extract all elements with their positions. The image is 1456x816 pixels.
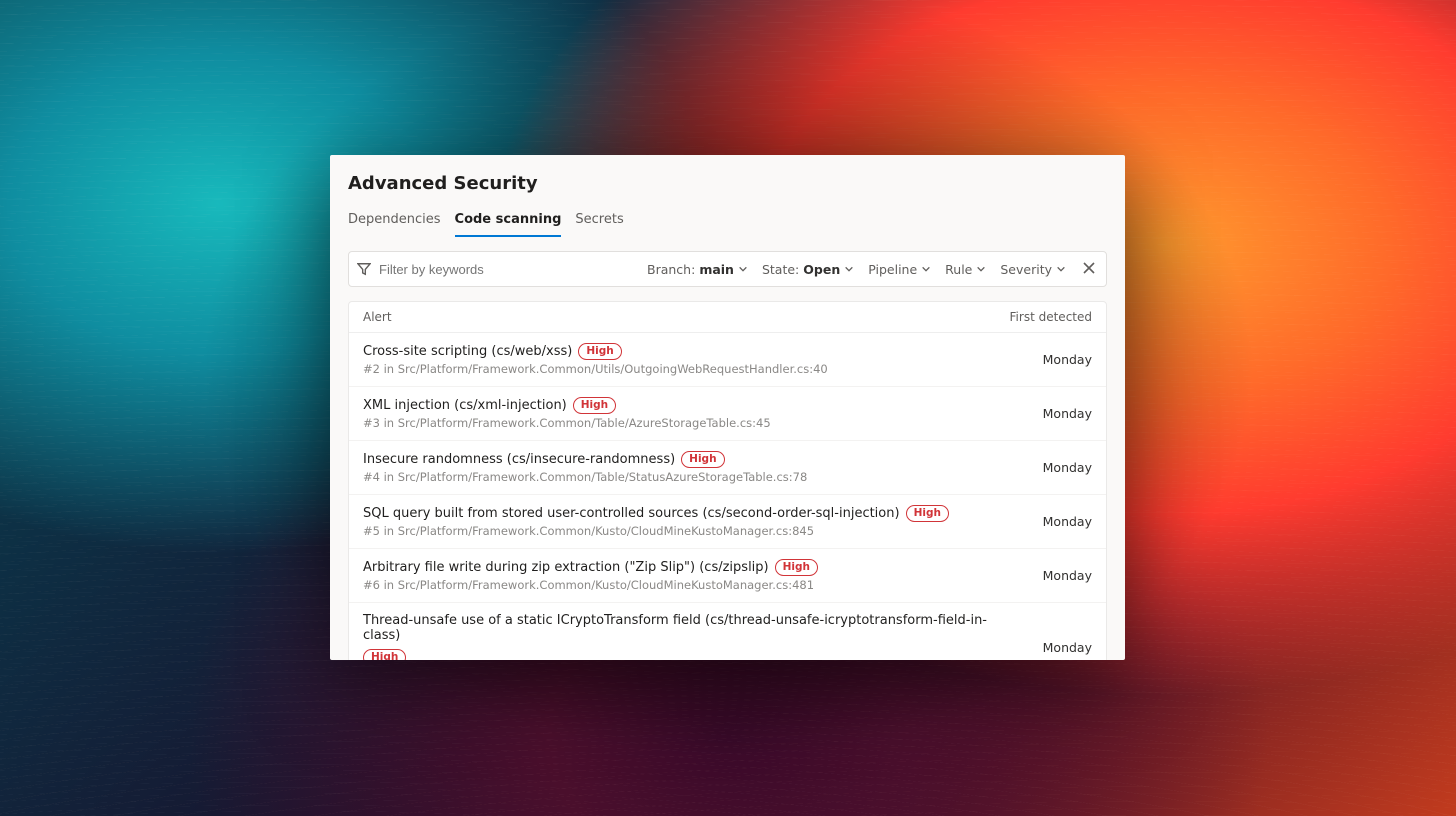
severity-badge: High <box>906 505 949 522</box>
table-row[interactable]: Insecure randomness (cs/insecure-randomn… <box>349 441 1106 495</box>
pipeline-dropdown[interactable]: Pipeline <box>868 262 931 277</box>
rule-label: Rule <box>945 262 972 277</box>
first-detected-value: Monday <box>1023 406 1092 421</box>
clear-filters-button[interactable] <box>1080 261 1098 278</box>
state-dropdown[interactable]: State: Open <box>762 262 854 277</box>
column-first-detected: First detected <box>1010 310 1092 324</box>
alert-title: SQL query built from stored user-control… <box>363 506 900 521</box>
alert-location: #4 in Src/Platform/Framework.Common/Tabl… <box>363 470 1023 484</box>
first-detected-value: Monday <box>1023 352 1092 367</box>
alert-title: Thread-unsafe use of a static ICryptoTra… <box>363 613 1023 643</box>
alert-location: #3 in Src/Platform/Framework.Common/Tabl… <box>363 416 1023 430</box>
first-detected-value: Monday <box>1023 460 1092 475</box>
first-detected-value: Monday <box>1023 514 1092 529</box>
tab-secrets[interactable]: Secrets <box>575 206 623 237</box>
chevron-down-icon <box>844 264 854 274</box>
table-row[interactable]: Cross-site scripting (cs/web/xss) High #… <box>349 333 1106 387</box>
table-row[interactable]: Thread-unsafe use of a static ICryptoTra… <box>349 603 1106 660</box>
filter-bar: Branch: main State: Open Pipeline R <box>348 251 1107 287</box>
tab-dependencies[interactable]: Dependencies <box>348 206 441 237</box>
severity-badge: High <box>363 649 406 660</box>
chevron-down-icon <box>1056 264 1066 274</box>
close-icon <box>1082 261 1096 275</box>
alert-title: Arbitrary file write during zip extracti… <box>363 560 769 575</box>
chevron-down-icon <box>976 264 986 274</box>
state-label: State: <box>762 262 799 277</box>
tab-code-scanning[interactable]: Code scanning <box>455 206 562 237</box>
severity-badge: High <box>681 451 724 468</box>
severity-label: Severity <box>1000 262 1052 277</box>
table-header: Alert First detected <box>349 302 1106 333</box>
branch-dropdown[interactable]: Branch: main <box>647 262 748 277</box>
severity-badge: High <box>775 559 818 576</box>
table-row[interactable]: XML injection (cs/xml-injection) High #3… <box>349 387 1106 441</box>
severity-badge: High <box>573 397 616 414</box>
filter-input[interactable] <box>379 262 639 277</box>
severity-badge: High <box>578 343 621 360</box>
tabs: Dependencies Code scanning Secrets <box>348 206 1107 237</box>
state-value: Open <box>803 262 840 277</box>
column-alert: Alert <box>363 310 392 324</box>
alert-location: #6 in Src/Platform/Framework.Common/Kust… <box>363 578 1023 592</box>
alert-title: Insecure randomness (cs/insecure-randomn… <box>363 452 675 467</box>
severity-dropdown[interactable]: Severity <box>1000 262 1066 277</box>
branch-label: Branch: <box>647 262 695 277</box>
chevron-down-icon <box>921 264 931 274</box>
pipeline-label: Pipeline <box>868 262 917 277</box>
table-row[interactable]: Arbitrary file write during zip extracti… <box>349 549 1106 603</box>
alert-location: #5 in Src/Platform/Framework.Common/Kust… <box>363 524 1023 538</box>
background: Advanced Security Dependencies Code scan… <box>0 0 1456 816</box>
alert-title: Cross-site scripting (cs/web/xss) <box>363 344 572 359</box>
branch-value: main <box>699 262 734 277</box>
alert-location: #2 in Src/Platform/Framework.Common/Util… <box>363 362 1023 376</box>
chevron-down-icon <box>738 264 748 274</box>
alerts-table: Alert First detected Cross-site scriptin… <box>348 301 1107 660</box>
first-detected-value: Monday <box>1023 568 1092 583</box>
first-detected-value: Monday <box>1023 640 1092 655</box>
advanced-security-panel: Advanced Security Dependencies Code scan… <box>330 155 1125 660</box>
filter-icon <box>357 262 371 276</box>
table-row[interactable]: SQL query built from stored user-control… <box>349 495 1106 549</box>
alert-title: XML injection (cs/xml-injection) <box>363 398 567 413</box>
page-title: Advanced Security <box>348 173 1107 194</box>
rule-dropdown[interactable]: Rule <box>945 262 986 277</box>
